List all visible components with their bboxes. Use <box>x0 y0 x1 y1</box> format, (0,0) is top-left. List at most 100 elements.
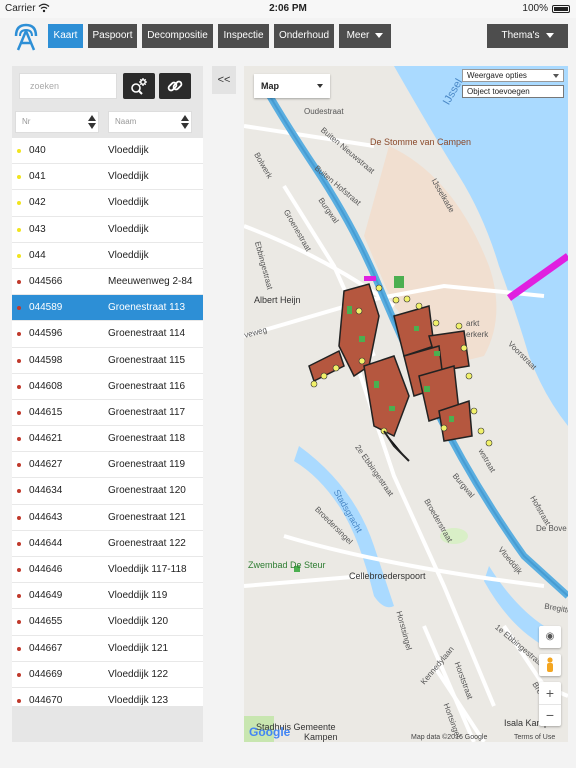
sort-naam[interactable]: Naam <box>108 111 192 133</box>
item-nr: 044627 <box>29 459 63 471</box>
search-settings-button[interactable] <box>123 73 155 99</box>
list-item[interactable]: 044669 Vloeddijk 122 <box>12 662 203 688</box>
terms-link[interactable]: Terms of Use <box>514 734 555 741</box>
zoom-control: + − <box>539 682 561 726</box>
sort-arrows-icon <box>181 115 189 129</box>
item-nr: 041 <box>29 171 46 183</box>
item-naam: Meeuwenweg 2-84 <box>108 275 193 287</box>
more-menu-button[interactable]: Meer <box>339 24 391 48</box>
display-options-select[interactable]: Weergave opties <box>462 69 564 82</box>
item-nr: 044615 <box>29 406 63 418</box>
list-item[interactable]: 044667 Vloeddijk 121 <box>12 636 203 662</box>
item-naam: Groenestraat 116 <box>108 380 186 392</box>
item-nr: 044667 <box>29 642 63 654</box>
chevron-down-icon <box>553 74 559 78</box>
app-logo-icon[interactable] <box>12 22 40 52</box>
list-item[interactable]: 044644 Groenestraat 122 <box>12 531 203 557</box>
list-item[interactable]: 044566 Meeuwenweg 2-84 <box>12 269 203 296</box>
tab-inspectie[interactable]: Inspectie <box>218 24 269 48</box>
list-item[interactable]: 044598 Groenestraat 115 <box>12 348 203 374</box>
tab-paspoort[interactable]: Paspoort <box>88 24 137 48</box>
list-item[interactable]: 041 Vloeddijk <box>12 164 203 191</box>
zoom-in-button[interactable]: + <box>539 682 561 704</box>
item-naam: Vloeddijk 119 <box>108 590 168 602</box>
list-item[interactable]: 044646 Vloeddijk 117-118 <box>12 557 203 584</box>
sort-nr[interactable]: Nr <box>15 111 99 133</box>
list-item[interactable]: 044608 Groenestraat 116 <box>12 374 203 400</box>
item-nr: 044598 <box>29 354 63 366</box>
map-attribution: Map data ©2016 Google <box>411 734 488 741</box>
list-item[interactable]: 044643 Groenestraat 121 <box>12 505 203 531</box>
list-item[interactable]: 040 Vloeddijk <box>12 138 203 165</box>
item-naam: Groenestraat 114 <box>108 328 186 340</box>
status-bar: Carrier 2:06 PM 100% <box>0 0 576 18</box>
search-input[interactable]: zoeken <box>19 73 117 99</box>
item-nr: 044655 <box>29 616 63 628</box>
object-list: 040 Vloeddijk 041 Vloeddijk 042 Vloeddijk 043 V… <box>12 138 203 706</box>
status-dot-icon <box>17 541 21 546</box>
list-item[interactable]: 044 Vloeddijk <box>12 243 203 269</box>
status-dot-icon <box>17 358 21 363</box>
link-button[interactable] <box>159 73 191 99</box>
status-dot-icon <box>17 489 21 494</box>
item-nr: 044621 <box>29 433 63 445</box>
item-naam: Groenestraat 122 <box>108 537 186 549</box>
search-settings-icon <box>131 78 147 95</box>
map-type-select[interactable]: Map <box>254 74 330 98</box>
item-naam: Groenestraat 120 <box>108 485 186 497</box>
item-nr: 040 <box>29 145 46 156</box>
item-nr: 044566 <box>29 275 63 287</box>
status-dot-icon <box>17 463 21 468</box>
more-menu-label: Meer <box>346 30 370 41</box>
item-naam: Vloeddijk 117-118 <box>108 564 187 575</box>
status-dot-icon <box>17 279 21 284</box>
zoom-out-button[interactable]: − <box>539 704 561 726</box>
tab-kaart[interactable]: Kaart <box>48 24 83 48</box>
street-view-pegman-icon[interactable] <box>539 654 561 676</box>
column-nr-label: Nr <box>22 117 31 126</box>
list-item[interactable]: 043 Vloeddijk <box>12 217 203 243</box>
map-label: Kampen <box>304 732 338 742</box>
list-item[interactable]: 044655 Vloeddijk 120 <box>12 609 203 636</box>
tab-decompositie[interactable]: Decompositie <box>142 24 213 48</box>
item-naam: Vloeddijk <box>108 171 149 183</box>
status-dot-icon <box>17 149 21 153</box>
status-dot-icon <box>17 594 21 599</box>
themes-button[interactable]: Thema's <box>487 24 568 48</box>
item-nr: 042 <box>29 197 46 209</box>
add-object-button[interactable]: Object toevoegen <box>462 85 564 98</box>
status-dot-icon <box>17 384 21 389</box>
list-item[interactable]: 044621 Groenestraat 118 <box>12 426 203 453</box>
item-nr: 044644 <box>29 537 63 549</box>
map-view[interactable]: IJssel Oudestraat De Stomme van Campen B… <box>244 66 568 742</box>
map-label: erkerk <box>466 330 489 339</box>
list-item[interactable]: 044670 Vloeddijk 123 <box>12 688 203 706</box>
item-naam: Vloeddijk <box>108 145 149 156</box>
item-naam: Groenestraat 115 <box>108 354 186 366</box>
locate-icon[interactable]: ◉ <box>539 626 561 648</box>
map-label: Zwembad De Steur <box>248 560 326 570</box>
item-naam: Vloeddijk <box>108 223 149 235</box>
map-label: Cellebroederspoort <box>349 571 426 581</box>
item-nr: 044608 <box>29 380 63 392</box>
list-item[interactable]: 044596 Groenestraat 114 <box>12 321 203 348</box>
list-item[interactable]: 044649 Vloeddijk 119 <box>12 583 203 610</box>
item-naam: Vloeddijk 122 <box>108 668 169 680</box>
list-item[interactable]: 044615 Groenestraat 117 <box>12 400 203 427</box>
map-type-label: Map <box>261 81 279 91</box>
tab-onderhoud[interactable]: Onderhoud <box>274 24 334 48</box>
item-naam: Vloeddijk 121 <box>108 642 169 654</box>
list-item[interactable]: 044627 Groenestraat 119 <box>12 452 203 479</box>
chevron-down-icon <box>375 32 384 38</box>
list-item[interactable]: 044589 Groenestraat 113 <box>12 295 203 322</box>
list-item[interactable]: 042 Vloeddijk <box>12 190 203 217</box>
status-dot-icon <box>17 227 21 232</box>
google-logo: Google <box>249 725 291 739</box>
list-item[interactable]: 044634 Groenestraat 120 <box>12 478 203 505</box>
item-naam: Groenestraat 117 <box>108 406 186 418</box>
collapse-panel-button[interactable]: << <box>212 66 236 94</box>
status-dot-icon <box>17 568 21 572</box>
column-naam-label: Naam <box>115 117 137 126</box>
item-naam: Vloeddijk 120 <box>108 616 169 628</box>
status-time: 2:06 PM <box>269 3 307 14</box>
